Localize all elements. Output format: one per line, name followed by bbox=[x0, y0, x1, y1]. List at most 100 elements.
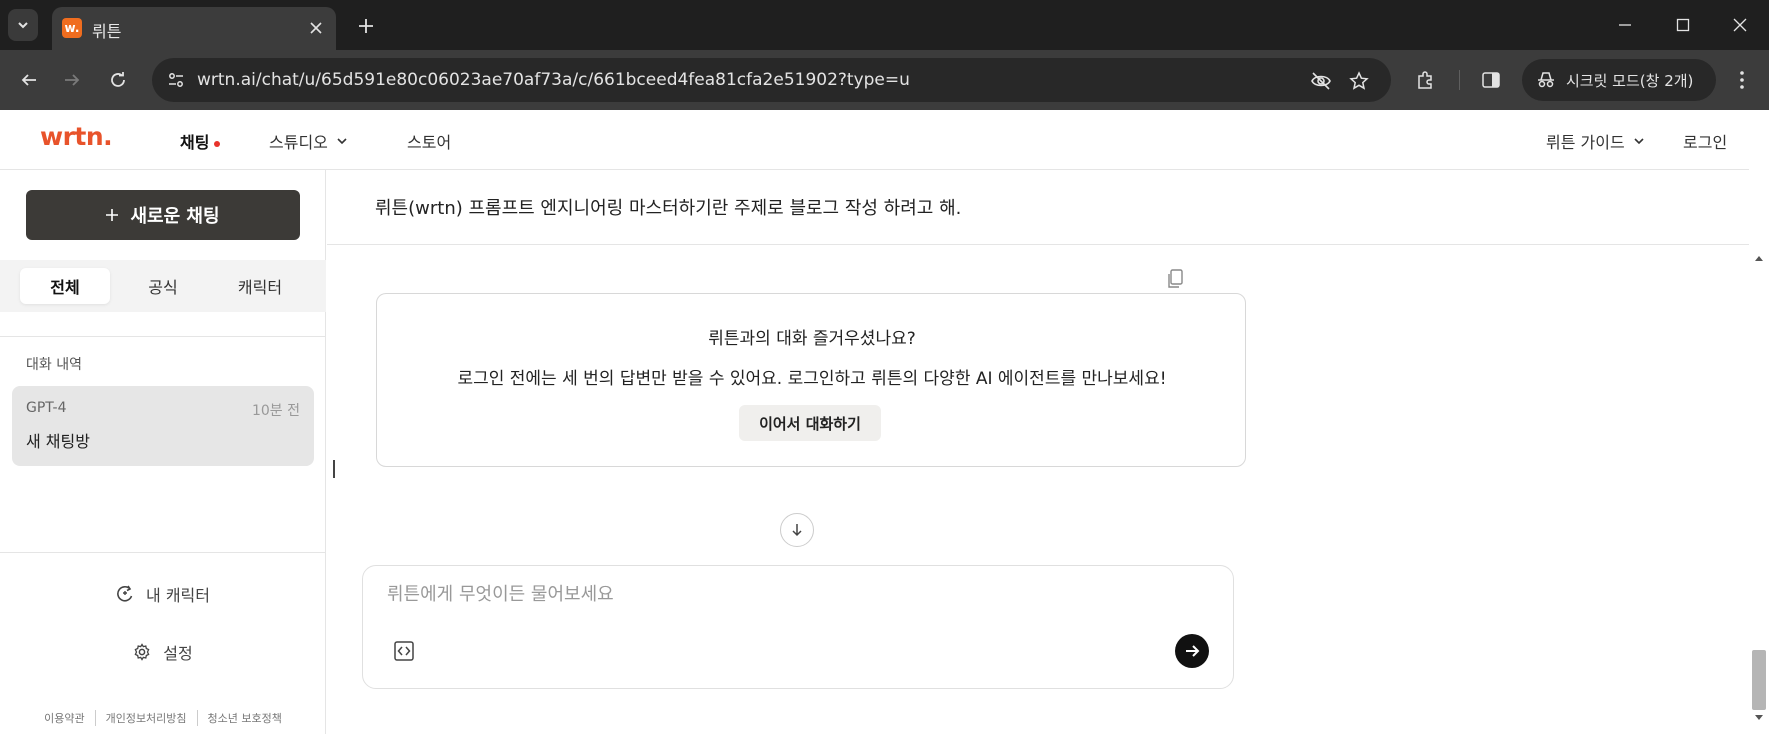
login-label: 로그인 bbox=[1683, 133, 1728, 152]
prompt-library-icon[interactable] bbox=[393, 640, 415, 662]
history-label: 대화 내역 bbox=[26, 357, 82, 373]
chat-input-box bbox=[362, 565, 1234, 689]
chevron-down-icon bbox=[337, 138, 347, 145]
close-window-button[interactable] bbox=[1720, 10, 1760, 40]
tab-close-button[interactable] bbox=[306, 18, 326, 38]
login-card-message: 로그인 전에는 세 번의 답변만 받을 수 있어요. 로그인하고 뤼튼의 다양한… bbox=[457, 369, 1167, 389]
forward-button[interactable] bbox=[57, 65, 87, 95]
plus-icon bbox=[106, 209, 119, 221]
chevron-down-icon bbox=[1634, 138, 1644, 145]
sidebar-divider bbox=[0, 552, 326, 553]
login-link[interactable]: 로그인 bbox=[1683, 129, 1727, 153]
more-vertical-icon bbox=[1740, 71, 1744, 89]
arrow-right-icon bbox=[65, 74, 80, 86]
character-icon bbox=[117, 585, 133, 602]
close-icon bbox=[310, 22, 322, 34]
history-item-title: 새 채팅방 bbox=[26, 432, 90, 451]
address-bar[interactable]: wrtn.ai/chat/u/65d591e80c06023ae70af73a/… bbox=[152, 58, 1391, 102]
nav-chat-label: 채팅 bbox=[180, 133, 210, 152]
continue-chat-button[interactable]: 이어서 대화하기 bbox=[739, 405, 881, 441]
url-text: wrtn.ai/chat/u/65d591e80c06023ae70af73a/… bbox=[197, 70, 910, 90]
back-button[interactable] bbox=[14, 65, 44, 95]
scroll-up-arrow-icon[interactable] bbox=[1753, 252, 1765, 264]
scroll-down-arrow-icon[interactable] bbox=[1753, 712, 1765, 724]
user-message-bar: 뤼튼(wrtn) 프롬프트 엔지니어링 마스터하기란 주제로 블로그 작성 하려… bbox=[327, 170, 1769, 245]
minimize-icon bbox=[1619, 24, 1631, 26]
eye-off-icon bbox=[1311, 72, 1331, 90]
my-character-link[interactable]: 내 캐릭터 bbox=[0, 582, 326, 606]
filter-tab-official[interactable]: 공식 bbox=[118, 268, 208, 304]
tab-search-button[interactable] bbox=[8, 9, 38, 41]
scroll-to-bottom-button[interactable] bbox=[780, 513, 814, 547]
arrow-left-icon bbox=[21, 74, 36, 86]
side-panel-button[interactable] bbox=[1476, 65, 1506, 95]
youth-policy-link[interactable]: 청소년 보호정책 bbox=[198, 710, 292, 726]
new-tab-button[interactable] bbox=[352, 12, 380, 40]
history-item-time: 10분 전 bbox=[251, 403, 300, 419]
top-nav: wrtn. 채팅 스튜디오 스토어 뤼튼 가이드 로그인 bbox=[0, 110, 1769, 170]
guide-label: 뤼튼 가이드 bbox=[1546, 133, 1625, 152]
site-info-button[interactable] bbox=[162, 66, 190, 94]
page-scrollbar[interactable] bbox=[1749, 110, 1769, 734]
gear-icon bbox=[134, 643, 150, 661]
user-message: 뤼튼(wrtn) 프롬프트 엔지니어링 마스터하기란 주제로 블로그 작성 하려… bbox=[375, 198, 962, 219]
browser-tab-strip: w. 뤼튼 bbox=[0, 0, 1769, 50]
toolbar-divider bbox=[1459, 70, 1460, 90]
tab-title: 뤼튼 bbox=[92, 22, 122, 41]
privacy-link[interactable]: 개인정보처리방침 bbox=[96, 710, 197, 726]
chat-input[interactable] bbox=[387, 584, 1187, 605]
nav-store[interactable]: 스토어 bbox=[407, 129, 451, 153]
sidebar: 새로운 채팅 전체 공식 캐릭터 대화 내역 GPT-4 10분 전 새 채팅방… bbox=[0, 170, 326, 734]
extensions-button[interactable] bbox=[1411, 65, 1441, 95]
browser-tab[interactable]: w. 뤼튼 bbox=[52, 7, 336, 50]
nav-store-label: 스토어 bbox=[407, 133, 452, 152]
plus-icon bbox=[359, 19, 373, 33]
tune-icon bbox=[169, 73, 183, 87]
reload-icon bbox=[111, 72, 125, 87]
history-item[interactable]: GPT-4 10분 전 새 채팅방 bbox=[12, 386, 314, 466]
copy-icon[interactable] bbox=[1165, 268, 1187, 290]
browser-menu-button[interactable] bbox=[1727, 65, 1757, 95]
tracking-protection-button[interactable] bbox=[1308, 68, 1334, 94]
filter-tab-all[interactable]: 전체 bbox=[20, 268, 110, 304]
wrtn-logo[interactable]: wrtn. bbox=[40, 122, 113, 151]
maximize-icon bbox=[1676, 18, 1690, 32]
filter-tabs: 전체 공식 캐릭터 bbox=[20, 268, 306, 304]
filter-tab-character[interactable]: 캐릭터 bbox=[215, 268, 305, 304]
new-chat-label: 새로운 채팅 bbox=[130, 206, 220, 227]
send-button[interactable] bbox=[1175, 634, 1209, 668]
bookmark-button[interactable] bbox=[1346, 68, 1372, 94]
new-chat-button[interactable]: 새로운 채팅 bbox=[26, 190, 300, 240]
nav-studio[interactable]: 스튜디오 bbox=[269, 129, 348, 153]
settings-label: 설정 bbox=[163, 644, 193, 663]
resize-handle[interactable] bbox=[333, 460, 335, 478]
scrollbar-thumb[interactable] bbox=[1752, 650, 1766, 710]
terms-link[interactable]: 이용약관 bbox=[34, 710, 94, 726]
wrtn-favicon-icon: w. bbox=[62, 18, 82, 38]
arrow-right-icon bbox=[1186, 645, 1200, 657]
browser-toolbar: wrtn.ai/chat/u/65d591e80c06023ae70af73a/… bbox=[0, 50, 1769, 110]
sidebar-divider bbox=[0, 336, 326, 337]
my-character-label: 내 캐릭터 bbox=[146, 586, 210, 605]
incognito-indicator[interactable]: 시크릿 모드(창 2개) bbox=[1522, 59, 1716, 101]
minimize-button[interactable] bbox=[1605, 10, 1645, 40]
incognito-icon bbox=[1538, 72, 1554, 88]
side-panel-icon bbox=[1482, 72, 1500, 88]
settings-link[interactable]: 설정 bbox=[0, 640, 326, 664]
arrow-down-icon bbox=[792, 524, 802, 537]
chevron-down-icon bbox=[18, 22, 28, 29]
chat-main: 뤼튼(wrtn) 프롬프트 엔지니어링 마스터하기란 주제로 블로그 작성 하려… bbox=[327, 170, 1769, 734]
reload-button[interactable] bbox=[103, 65, 133, 95]
footer-links: 이용약관 개인정보처리방침 청소년 보호정책 bbox=[0, 710, 326, 726]
wrtn-page: wrtn. 채팅 스튜디오 스토어 뤼튼 가이드 로그인 새로운 채팅 전체 공… bbox=[0, 110, 1769, 734]
login-card-title: 뤼튼과의 대화 즐거우셨나요? bbox=[708, 329, 916, 349]
nav-chat[interactable]: 채팅 bbox=[180, 129, 209, 153]
login-prompt-card: 뤼튼과의 대화 즐거우셨나요? 로그인 전에는 세 번의 답변만 받을 수 있어… bbox=[376, 293, 1246, 467]
maximize-button[interactable] bbox=[1663, 10, 1703, 40]
star-icon bbox=[1349, 71, 1369, 90]
history-item-model: GPT-4 bbox=[26, 400, 67, 416]
guide-dropdown[interactable]: 뤼튼 가이드 bbox=[1546, 129, 1645, 153]
active-indicator-dot bbox=[214, 141, 220, 147]
incognito-label: 시크릿 모드(창 2개) bbox=[1566, 71, 1694, 90]
puzzle-icon bbox=[1418, 71, 1432, 89]
